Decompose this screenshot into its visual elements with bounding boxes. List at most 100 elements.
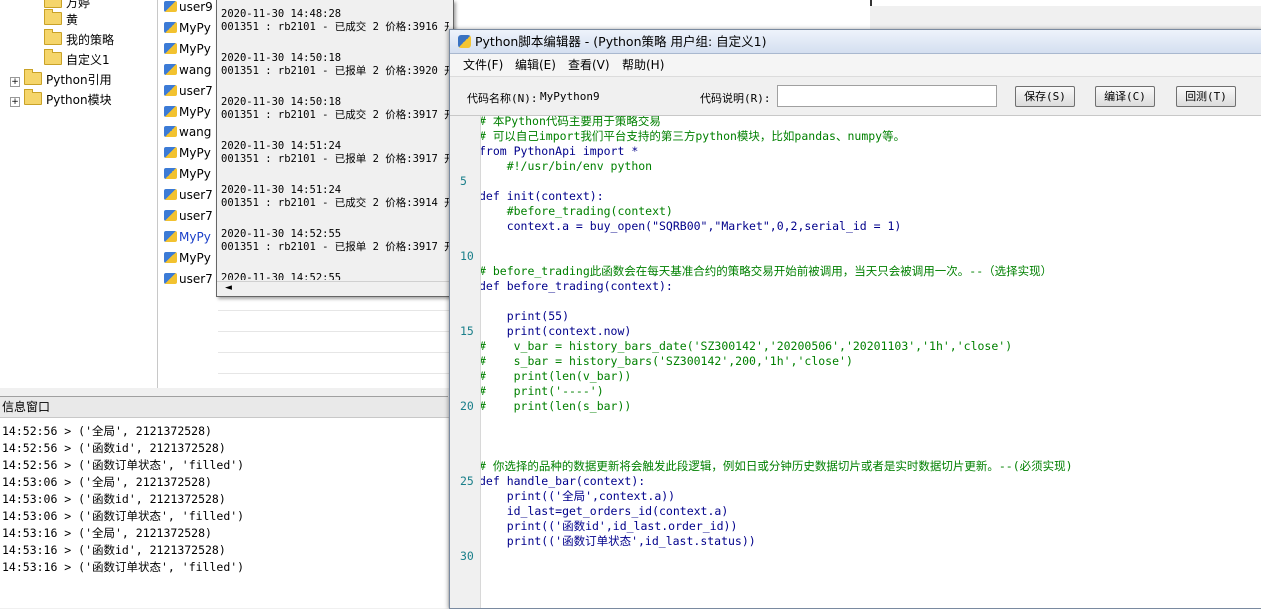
scroll-left-icon[interactable]: ◄ xyxy=(225,283,232,293)
list-item[interactable]: MyPy xyxy=(164,102,211,123)
code-line: id_last=get_orders_id(context.a) xyxy=(481,504,729,518)
list-item[interactable]: MyPy xyxy=(164,227,211,248)
expand-icon[interactable]: + xyxy=(10,97,20,107)
tree-node[interactable]: + Python引用 xyxy=(10,69,112,90)
list-item-label: MyPy xyxy=(179,20,211,35)
python-file-icon xyxy=(164,84,177,96)
backtest-button[interactable]: 回测(T) xyxy=(1176,86,1236,107)
tree-node-label: 万婷 xyxy=(66,0,91,10)
folder-icon xyxy=(44,29,62,45)
python-file-icon xyxy=(164,42,177,54)
menu-file[interactable]: 文件(F) xyxy=(463,54,503,76)
tree-node-label: 黄 xyxy=(66,13,79,27)
menu-view[interactable]: 查看(V) xyxy=(568,54,610,76)
info-log-line: 14:53:16 > ('函数订单状态', 'filled') xyxy=(2,560,245,574)
list-item[interactable]: MyPy xyxy=(164,39,211,60)
list-item[interactable]: MyPy xyxy=(164,18,211,39)
code-name-label: 代码名称(N): xyxy=(467,92,538,105)
line-number: 30 xyxy=(460,549,474,563)
code-line: from PythonApi import * xyxy=(481,144,639,158)
list-item-label: user7 xyxy=(179,271,213,286)
tree-node[interactable]: 我的策略 xyxy=(44,29,114,50)
top-right-table-partial xyxy=(870,0,1261,6)
code-line: # s_bar = history_bars('SZ300142',200,'1… xyxy=(481,354,853,368)
list-item[interactable]: MyPy xyxy=(164,164,211,185)
code-name-value[interactable]: MyPython9 xyxy=(540,90,600,103)
tree-node[interactable]: 自定义1 xyxy=(44,49,110,70)
list-item[interactable]: user7 xyxy=(164,206,213,227)
tree-node-label: Python引用 xyxy=(46,73,112,87)
editor-menubar: 文件(F) 编辑(E) 查看(V) 帮助(H) xyxy=(450,54,1261,77)
menu-help[interactable]: 帮助(H) xyxy=(622,54,664,76)
list-item[interactable]: wang xyxy=(164,122,211,143)
folder-icon xyxy=(44,49,62,65)
code-line: # 你选择的品种的数据更新将会触发此段逻辑，例如日或分钟历史数据切片或者是实时数… xyxy=(481,459,1073,473)
code-line: print(('函数id',id_last.order_id)) xyxy=(481,519,738,533)
compile-button[interactable]: 编译(C) xyxy=(1095,86,1155,107)
code-line: #before_trading(context) xyxy=(481,204,673,218)
log-message: 001351 : rb2101 - 已成交 2 价格:3914 开 xyxy=(221,197,449,209)
tree-node[interactable]: + Python模块 xyxy=(10,89,112,110)
list-item-label: MyPy xyxy=(179,104,211,119)
list-item[interactable]: MyPy xyxy=(164,143,211,164)
info-window-title: 信息窗口 xyxy=(0,397,450,418)
code-desc-input[interactable] xyxy=(777,85,997,107)
log-message: 001351 : rb2101 - 已报单 2 价格:3917 开 xyxy=(221,241,449,253)
list-item-label: MyPy xyxy=(179,41,211,56)
strategy-tree: 万婷黄我的策略 自定义1 + Python引用 + Python模块 xyxy=(0,0,158,388)
code-line: context.a = buy_open("SQRB00","Market",0… xyxy=(481,219,902,233)
log-timestamp: 2020-11-30 14:51:24 xyxy=(221,140,342,152)
folder-icon xyxy=(44,0,62,8)
editor-toolbar: 代码名称(N): MyPython9 代码说明(R): 保存(S) 编译(C) … xyxy=(450,77,1261,116)
list-item-label: wang xyxy=(179,125,212,140)
list-item[interactable]: user7 xyxy=(164,81,213,102)
code-line: # before_trading此函数会在每天基准合约的策略交易开始前被调用，当… xyxy=(481,264,1053,278)
line-number: 5 xyxy=(460,174,467,188)
expand-icon[interactable]: + xyxy=(10,77,20,87)
line-number: 10 xyxy=(460,249,474,263)
code-line: def handle_bar(context): xyxy=(481,474,646,488)
info-log-line: 14:52:56 > ('函数id', 2121372528) xyxy=(2,441,226,455)
list-item[interactable]: user7 xyxy=(164,269,213,290)
list-item[interactable]: wang xyxy=(164,60,211,81)
tree-node-label: Python模块 xyxy=(46,93,112,107)
log-message: 001351 : rb2101 - 已报单 2 价格:3920 开 xyxy=(221,65,449,77)
trade-log-text: 2020-11-30 14:48:28 001351 : rb2101 - 已成交… xyxy=(221,0,449,280)
code-line: # print('----') xyxy=(481,384,604,398)
menu-edit[interactable]: 编辑(E) xyxy=(515,54,556,76)
trade-log-box: 2020-11-30 14:48:28 001351 : rb2101 - 已成交… xyxy=(216,0,454,297)
info-log-line: 14:53:06 > ('函数id', 2121372528) xyxy=(2,492,226,506)
info-log-line: 14:52:56 > ('全局', 2121372528) xyxy=(2,424,212,438)
log-horizontal-scrollbar[interactable]: ◄ xyxy=(217,281,453,296)
python-file-icon xyxy=(164,105,177,117)
list-item[interactable]: MyPy xyxy=(164,248,211,269)
log-timestamp: 2020-11-30 14:50:18 xyxy=(221,52,342,64)
list-item-label: user9 xyxy=(179,0,213,14)
tree-node[interactable]: 黄 xyxy=(44,9,79,30)
python-file-icon xyxy=(164,230,177,242)
log-message: 001351 : rb2101 - 已成交 2 价格:3916 开 xyxy=(221,21,449,33)
folder-icon xyxy=(24,69,42,85)
list-item-label: MyPy xyxy=(179,146,211,161)
python-file-icon xyxy=(164,63,177,75)
code-editor[interactable]: # 本Python代码主要用于策略交易 # 可以自己import我们平台支持的第三… xyxy=(481,116,1261,608)
line-number: 15 xyxy=(460,324,474,338)
info-log-line: 14:53:16 > ('函数id', 2121372528) xyxy=(2,543,226,557)
save-button[interactable]: 保存(S) xyxy=(1015,86,1075,107)
list-item-label: user7 xyxy=(179,83,213,98)
editor-titlebar[interactable]: Python脚本编辑器 - (Python策略 用户组: 自定义1) xyxy=(450,30,1261,54)
code-line: # print(len(v_bar)) xyxy=(481,369,632,383)
code-line: def before_trading(context): xyxy=(481,279,673,293)
log-timestamp: 2020-11-30 14:48:28 xyxy=(221,8,342,20)
list-item[interactable]: user9 xyxy=(164,0,213,18)
info-log-line: 14:53:06 > ('函数订单状态', 'filled') xyxy=(2,509,245,523)
list-item-label: user7 xyxy=(179,209,213,223)
editor-title: Python脚本编辑器 - (Python策略 用户组: 自定义1) xyxy=(475,34,767,49)
folder-icon xyxy=(24,89,42,105)
list-item-label: MyPy xyxy=(179,167,211,182)
code-line: # 本Python代码主要用于策略交易 xyxy=(481,116,661,128)
list-item[interactable]: user7 xyxy=(164,185,213,206)
info-log-line: 14:53:06 > ('全局', 2121372528) xyxy=(2,475,212,489)
python-file-icon xyxy=(164,168,177,180)
code-line: print(('函数订单状态',id_last.status)) xyxy=(481,534,756,548)
